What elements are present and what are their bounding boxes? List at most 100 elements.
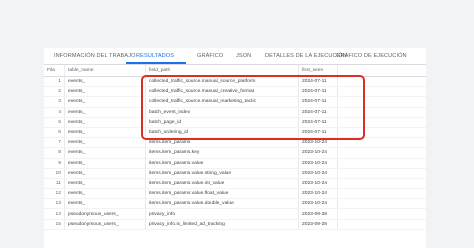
first-seen-cell: 2024-07-11 [298,96,338,108]
row-number-cell: 3 [44,96,65,108]
header-field-path[interactable]: field_path [145,65,299,77]
tab-json[interactable]: JSON [236,48,251,64]
tab-chart[interactable]: GRÁFICO [197,48,223,64]
table-row[interactable]: 15 pseudonymous_users_ privacy_info.is_lim… [44,219,426,230]
first-seen-cell: 2023-10-24 [298,158,338,169]
row-number-cell: 13 [44,198,65,210]
field-path-cell: collected_traffic_source.manual_source_p… [145,76,299,88]
field-path-cell: batch_ordering_id [145,127,299,139]
table-name-cell: events_ [64,76,146,88]
field-path-cell: items.item_params.value [145,158,299,169]
empty-cell [337,158,426,169]
row-number-cell: 14 [44,208,65,220]
table-name-cell: events_ [64,117,146,128]
table-name-cell: events_ [64,137,146,149]
empty-cell [337,178,426,190]
first-seen-cell: 2024-07-11 [298,76,338,88]
table-name-cell: events_ [64,168,146,179]
tab-execution-details[interactable]: DETALLES DE LA EJECUCIÓN [265,48,347,64]
first-seen-cell: 2023-10-24 [298,198,338,210]
empty-cell [337,147,426,159]
field-path-cell: batch_page_id [145,117,299,128]
empty-cell [337,107,426,118]
table-row[interactable]: 12 events_ items.item_params.value.float_v… [44,188,426,200]
field-path-cell: items.item_params [145,137,299,149]
results-tab-bar: INFORMACIÓN DEL TRABAJO RESULTADOS GRÁFI… [44,48,426,65]
empty-cell [337,137,426,149]
field-path-cell: items.item_params.value.float_value [145,188,299,200]
table-name-cell: events_ [64,86,146,98]
table-name-cell: events_ [64,96,146,108]
empty-cell [337,96,426,108]
table-row[interactable]: 4 events_ batch_event_index 2024-07-11 [44,107,426,118]
query-results-panel: INFORMACIÓN DEL TRABAJO RESULTADOS GRÁFI… [44,48,426,248]
first-seen-cell: 2023-10-24 [298,168,338,179]
field-path-cell: privacy_info.is_limited_ad_tracking [145,219,299,230]
first-seen-cell: 2023-10-24 [298,147,338,159]
table-name-cell: events_ [64,188,146,200]
first-seen-cell: 2023-09-28 [298,219,338,230]
row-number-cell: 9 [44,158,65,169]
table-row[interactable]: 1 events_ collected_traffic_source.manual_… [44,76,426,88]
empty-cell [337,168,426,179]
first-seen-cell: 2024-07-11 [298,86,338,98]
empty-cell [337,198,426,210]
header-empty [337,65,426,77]
row-number-cell: 6 [44,127,65,139]
field-path-cell: privacy_info [145,208,299,220]
first-seen-cell: 2023-09-28 [298,208,338,220]
table-name-cell: events_ [64,198,146,210]
row-number-cell: 12 [44,188,65,200]
table-header-row: Fila table_name field_path first_seen [44,65,426,77]
first-seen-cell: 2023-10-24 [298,178,338,190]
table-row[interactable]: 13 events_ items.item_params.value.double_… [44,198,426,210]
empty-cell [337,86,426,98]
first-seen-cell: 2023-10-24 [298,188,338,200]
row-number-cell: 4 [44,107,65,118]
field-path-cell: collected_traffic_source.manual_creative… [145,86,299,98]
field-path-cell: batch_event_index [145,107,299,118]
row-number-cell: 15 [44,219,65,230]
empty-cell [337,117,426,128]
first-seen-cell: 2024-07-11 [298,117,338,128]
table-name-cell: pseudonymous_users_ [64,208,146,220]
table-name-cell: events_ [64,178,146,190]
table-row[interactable]: 6 events_ batch_ordering_id 2024-07-11 [44,127,426,139]
empty-cell [337,127,426,139]
tab-execution-graph[interactable]: GRÁFICO DE EJECUCIÓN [336,48,407,64]
first-seen-cell: 2024-07-11 [298,127,338,139]
tab-job-info[interactable]: INFORMACIÓN DEL TRABAJO [54,48,136,64]
active-tab-indicator [126,62,186,64]
table-name-cell: events_ [64,127,146,139]
row-number-cell: 7 [44,137,65,149]
table-name-cell: pseudonymous_users_ [64,219,146,230]
header-table-name[interactable]: table_name [64,65,146,77]
row-number-cell: 11 [44,178,65,190]
table-row[interactable]: 8 events_ items.item_params.key 2023-10-24 [44,147,426,159]
row-number-cell: 1 [44,76,65,88]
table-row[interactable]: 10 events_ items.item_params.value.string_… [44,168,426,179]
empty-cell [337,208,426,220]
table-row[interactable]: 7 events_ items.item_params 2023-10-24 [44,137,426,149]
field-path-cell: items.item_params.key [145,147,299,159]
header-first-seen[interactable]: first_seen [298,65,338,77]
row-number-cell: 10 [44,168,65,179]
table-name-cell: events_ [64,147,146,159]
row-number-cell: 2 [44,86,65,98]
table-row[interactable]: 3 events_ collected_traffic_source.manual_… [44,96,426,108]
table-name-cell: events_ [64,158,146,169]
table-row[interactable]: 11 events_ items.item_params.value.int_val… [44,178,426,190]
empty-cell [337,188,426,200]
first-seen-cell: 2024-07-11 [298,107,338,118]
table-row[interactable]: 9 events_ items.item_params.value 2023-10-2… [44,158,426,169]
field-path-cell: items.item_params.value.int_value [145,178,299,190]
table-row[interactable]: 14 pseudonymous_users_ privacy_info 2023-09… [44,208,426,220]
field-path-cell: items.item_params.value.double_value [145,198,299,210]
table-row[interactable]: 5 events_ batch_page_id 2024-07-11 [44,117,426,128]
results-table: Fila table_name field_path first_seen 1e… [44,65,426,230]
field-path-cell: items.item_params.value.string_value [145,168,299,179]
row-number-cell: 5 [44,117,65,128]
field-path-cell: collected_traffic_source.manual_marketin… [145,96,299,108]
table-row[interactable]: 2 events_ collected_traffic_source.manual_… [44,86,426,98]
empty-cell [337,76,426,88]
